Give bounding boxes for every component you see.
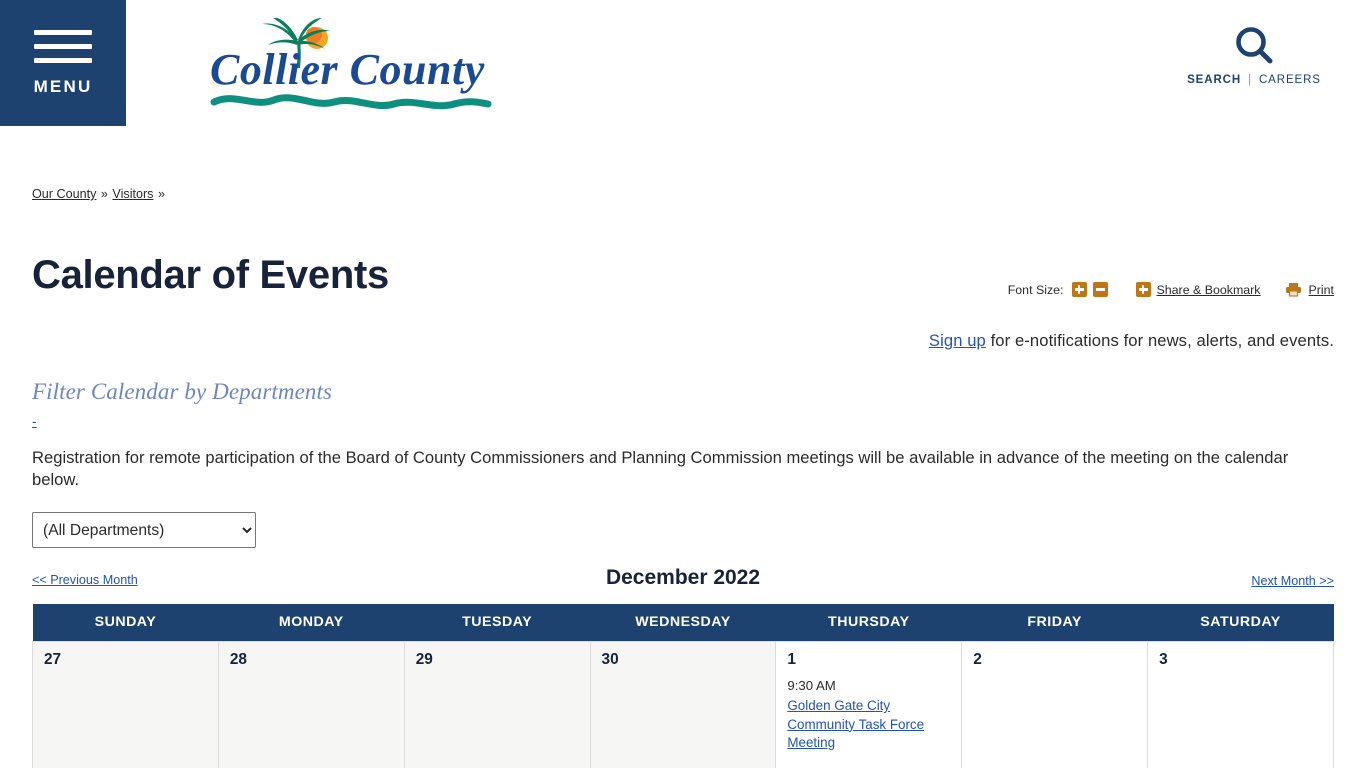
font-size-increase-button[interactable] <box>1071 282 1087 297</box>
events-calendar: SUNDAY MONDAY TUESDAY WEDNESDAY THURSDAY FRID… <box>32 604 1334 768</box>
filter-calendar-heading: Filter Calendar by Departments <box>32 379 333 404</box>
logo-graphic: Collier County <box>210 16 492 110</box>
share-bookmark-group[interactable]: Share & Bookmark <box>1135 282 1261 297</box>
breadcrumb-separator-1: » <box>100 187 108 201</box>
calendar-day-number: 30 <box>601 650 619 668</box>
svg-text:Collier County: Collier County <box>210 45 485 94</box>
share-bookmark-link[interactable]: Share & Bookmark <box>1157 283 1261 297</box>
calendar-header-row: SUNDAY MONDAY TUESDAY WEDNESDAY THURSDAY FRID… <box>32 604 1334 641</box>
calendar-day-number: 28 <box>229 650 247 668</box>
breadcrumb: Our County » Visitors » <box>32 187 166 201</box>
calendar-day-cell: 2 <box>961 640 1149 768</box>
calendar-day-cell: 1 9:30 AM Golden Gate City Community Task … <box>775 640 963 768</box>
menu-button-label: MENU <box>33 76 93 96</box>
font-size-decrease-button[interactable] <box>1092 282 1108 297</box>
print-group[interactable]: Print <box>1285 282 1334 297</box>
filter-dash-link[interactable]: - <box>32 414 37 428</box>
calendar-day-header: TUESDAY <box>404 604 591 641</box>
menu-button[interactable]: MENU <box>0 0 126 126</box>
breadcrumb-separator-2: » <box>157 187 165 201</box>
event-link[interactable]: Golden Gate City Community Task Force Me… <box>787 697 950 753</box>
calendar-day-header: MONDAY <box>218 604 405 641</box>
search-link[interactable]: SEARCH <box>1187 74 1241 86</box>
calendar-day-number: 27 <box>44 650 62 668</box>
minus-icon <box>1095 288 1105 291</box>
site-header: MENU Collier County SEARCH | CAREERS <box>0 0 1366 126</box>
calendar-day-header: FRIDAY <box>961 604 1148 641</box>
calendar-day-cell: 27 <box>32 640 219 768</box>
header-utility: SEARCH | CAREERS <box>1164 24 1344 86</box>
signup-rest-text: for e-notifications for news, alerts, an… <box>985 331 1334 350</box>
calendar-day-cell: 28 <box>217 640 405 768</box>
page-title: Calendar of Events <box>32 252 389 297</box>
page-tools: Font Size: Share & Bookmark Print <box>1008 282 1334 297</box>
breadcrumb-item-visitors[interactable]: Visitors <box>112 187 153 201</box>
calendar-day-header: THURSDAY <box>775 604 962 641</box>
calendar-week-row: 27 28 29 30 1 9:30 AM Golden Gate City Communi… <box>32 640 1334 768</box>
calendar-day-number: 2 <box>973 650 982 668</box>
next-month-link[interactable]: Next Month >> <box>1251 574 1334 588</box>
header-link-separator: | <box>1248 74 1252 86</box>
department-filter-select[interactable]: (All Departments) <box>32 512 256 548</box>
signup-notice: Sign up for e-notifications for news, al… <box>929 331 1334 351</box>
print-link[interactable]: Print <box>1309 283 1334 297</box>
collier-county-logo[interactable]: Collier County <box>210 16 510 114</box>
calendar-day-header: SATURDAY <box>1147 604 1334 641</box>
calendar-body: 27 28 29 30 1 9:30 AM Golden Gate City Communi… <box>32 640 1334 768</box>
calendar-head: SUNDAY MONDAY TUESDAY WEDNESDAY THURSDAY FRID… <box>32 604 1334 641</box>
search-icon <box>1236 27 1273 64</box>
calendar-day-cell: 30 <box>589 640 777 768</box>
calendar-day-cell: 29 <box>403 640 591 768</box>
search-button[interactable] <box>1164 24 1344 72</box>
calendar-day-number: 1 <box>787 650 796 668</box>
calendar-day-header: SUNDAY <box>32 604 219 641</box>
plus-icon-vertical <box>1141 285 1145 294</box>
calendar-day-cell: 3 <box>1147 640 1334 768</box>
plus-icon-vertical <box>1077 285 1081 294</box>
filter-paragraph: Registration for remote participation of… <box>32 447 1289 490</box>
breadcrumb-item-our-county[interactable]: Our County <box>32 187 96 201</box>
calendar-month-nav: << Previous Month December 2022 Next Mon… <box>32 566 1334 604</box>
font-size-label: Font Size: <box>1007 282 1064 297</box>
calendar-table: SUNDAY MONDAY TUESDAY WEDNESDAY THURSDAY FRID… <box>32 604 1334 768</box>
calendar-day-header: WEDNESDAY <box>590 604 776 641</box>
careers-link[interactable]: CAREERS <box>1259 74 1321 86</box>
signup-link[interactable]: Sign up <box>929 331 986 350</box>
calendar-day-number: 3 <box>1159 650 1168 668</box>
share-plus-icon[interactable] <box>1135 282 1151 297</box>
calendar-month-title: December 2022 <box>605 566 761 589</box>
header-links: SEARCH | CAREERS <box>1164 74 1344 86</box>
event-time: 9:30 AM <box>787 677 836 693</box>
calendar-day-number: 29 <box>415 650 433 668</box>
printer-icon <box>1285 283 1301 297</box>
hamburger-icon <box>34 29 92 63</box>
